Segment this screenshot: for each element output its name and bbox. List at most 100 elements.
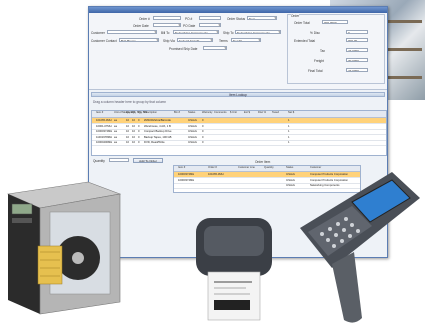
- table-cell: 0: [138, 141, 140, 144]
- promised-ship-date-field[interactable]: [203, 46, 227, 50]
- grid-column-header[interactable]: Ext $: [244, 111, 250, 114]
- table-cell: 10: [126, 119, 129, 122]
- order-no-field[interactable]: [153, 16, 181, 20]
- grid-column-header[interactable]: Net $: [288, 111, 294, 114]
- grid-column-header[interactable]: Status: [188, 111, 195, 114]
- pct-disc-field[interactable]: 0: [346, 30, 368, 34]
- order-no-label: Order #: [139, 17, 150, 21]
- customer-contact-label: Customer Contact: [91, 39, 117, 43]
- table-cell: 11001978MH: [96, 135, 112, 139]
- table-cell: 10: [126, 141, 129, 144]
- handheld-barcode-scanner: [300, 172, 420, 323]
- terms-select[interactable]: Net 30: [231, 38, 261, 42]
- table-cell: 10: [126, 130, 129, 133]
- grid-header: Item # Unit of Measure Qty Ord Qty Shp Qty B…: [92, 111, 386, 118]
- table-cell: InStock: [188, 119, 197, 122]
- table-cell: 0: [138, 130, 140, 133]
- customer-contact-select[interactable]: Bob Brown: [119, 38, 159, 42]
- table-cell: 10001-07MH: [96, 124, 112, 128]
- ship-to-select[interactable]: Networking Components: [235, 30, 281, 34]
- table-cell: 0: [202, 130, 204, 133]
- table-cell: 0: [138, 124, 140, 128]
- grid-column-header[interactable]: Bin #: [174, 111, 180, 114]
- extended-total-field[interactable]: 000.00: [346, 38, 368, 42]
- grid-column-header[interactable]: Description: [144, 111, 157, 114]
- extended-total-label: Extended Total: [294, 39, 316, 43]
- table-cell: 0: [202, 124, 204, 128]
- table-cell: Warehouse, 4 Ath, 1 B: [144, 124, 171, 128]
- sub-grid-column-header[interactable]: Item #: [178, 166, 185, 169]
- table-cell: 10: [132, 119, 135, 122]
- table-cell: 10: [132, 135, 135, 139]
- receipt-paper: [207, 271, 261, 321]
- order-date-field[interactable]: [153, 23, 181, 27]
- pct-disc-label: % Disc: [310, 31, 320, 35]
- quantity-label: Quantity: [93, 159, 105, 163]
- order-item-label: Order Item: [255, 160, 271, 164]
- customer-select[interactable]: [107, 30, 157, 34]
- table-cell: ea: [114, 141, 117, 144]
- table-cell: 1: [288, 119, 290, 122]
- terms-label: Terms: [219, 39, 228, 43]
- item-lookup-bar[interactable]: Item Lookup: [91, 92, 385, 97]
- grid-column-header[interactable]: Comments: [214, 111, 227, 114]
- grid-column-header[interactable]: Item #: [96, 111, 103, 114]
- customer-label: Customer: [91, 31, 105, 35]
- order-status-select[interactable]: New: [247, 16, 277, 20]
- add-to-order-button[interactable]: Add To Order: [133, 158, 163, 163]
- po-date-field[interactable]: [199, 23, 221, 27]
- table-cell: 1: [288, 135, 290, 139]
- tax-label: Tax: [320, 49, 325, 53]
- table-cell: InStock: [188, 130, 197, 133]
- final-total-field[interactable]: 27.0000: [346, 68, 368, 72]
- mobile-receipt-printer: [196, 218, 272, 321]
- grid-column-header[interactable]: Warranty: [202, 111, 212, 114]
- order-total-label: Order Total: [294, 21, 310, 25]
- grid-column-header[interactable]: Disc %: [258, 111, 266, 114]
- grid-column-header[interactable]: $ Unit: [230, 111, 237, 114]
- po-no-field[interactable]: [199, 16, 221, 20]
- sub-grid-cell: 10000374MH: [178, 173, 195, 176]
- ship-via-select[interactable]: Federal Freight: [177, 38, 213, 42]
- table-cell: 10: [126, 124, 129, 128]
- group-by-hint: Drag a column header here to group by th…: [93, 100, 167, 104]
- sub-grid-column-header[interactable]: Quantity: [264, 166, 274, 169]
- promised-ship-date-label: Promised Ship Date: [169, 47, 198, 51]
- ship-via-label: Ship Via: [163, 39, 175, 43]
- table-cell: 10: [132, 124, 135, 128]
- table-cell: 10: [132, 141, 135, 144]
- order-total-field[interactable]: 000.0000: [322, 20, 348, 24]
- table-cell: ea: [114, 130, 117, 133]
- table-cell: 10: [132, 130, 135, 133]
- table-cell: 10: [126, 135, 129, 139]
- table-cell: ea: [114, 124, 117, 128]
- freight-field[interactable]: 30.0000: [346, 58, 368, 62]
- table-cell: ea: [114, 119, 117, 122]
- table-cell: InStock: [188, 141, 197, 144]
- table-cell: ZM400/Zebra/Barcode: [144, 119, 171, 122]
- table-cell: 0: [138, 119, 140, 122]
- bill-to-label: Bill To: [161, 31, 170, 35]
- ship-to-label: Ship To: [223, 31, 234, 35]
- tax-field[interactable]: 27.0000: [346, 48, 368, 52]
- grid-column-header[interactable]: Taxed: [272, 111, 279, 114]
- table-cell: 0: [202, 135, 204, 139]
- table-cell: Backup Tapes, 100 GB: [144, 135, 172, 139]
- sub-grid-cell: 101065-3MH: [208, 173, 224, 176]
- final-total-label: Final Total: [308, 69, 323, 73]
- table-row[interactable]: 10000400MH ea 10 10 0 DVD, Read/Write InStock 0…: [92, 140, 386, 146]
- table-cell: 1: [288, 130, 290, 133]
- po-date-label: PO Date: [183, 24, 196, 28]
- sub-grid-column-header[interactable]: Customer Line: [238, 166, 255, 169]
- order-date-label: Order Date: [133, 24, 149, 28]
- table-cell: InStock: [188, 124, 197, 128]
- scanner-grip: [332, 252, 362, 323]
- table-cell: 0: [202, 141, 204, 144]
- industrial-label-printer: [6, 181, 122, 315]
- quantity-field[interactable]: [109, 158, 129, 162]
- order-lines-grid: Item # Unit of Measure Qty Ord Qty Shp Qty B…: [91, 110, 387, 156]
- bill-to-select[interactable]: Networking Components: [173, 30, 219, 34]
- printer-display: [11, 203, 33, 215]
- sub-grid-column-header[interactable]: Order #: [208, 166, 217, 169]
- table-cell: 1: [288, 141, 290, 144]
